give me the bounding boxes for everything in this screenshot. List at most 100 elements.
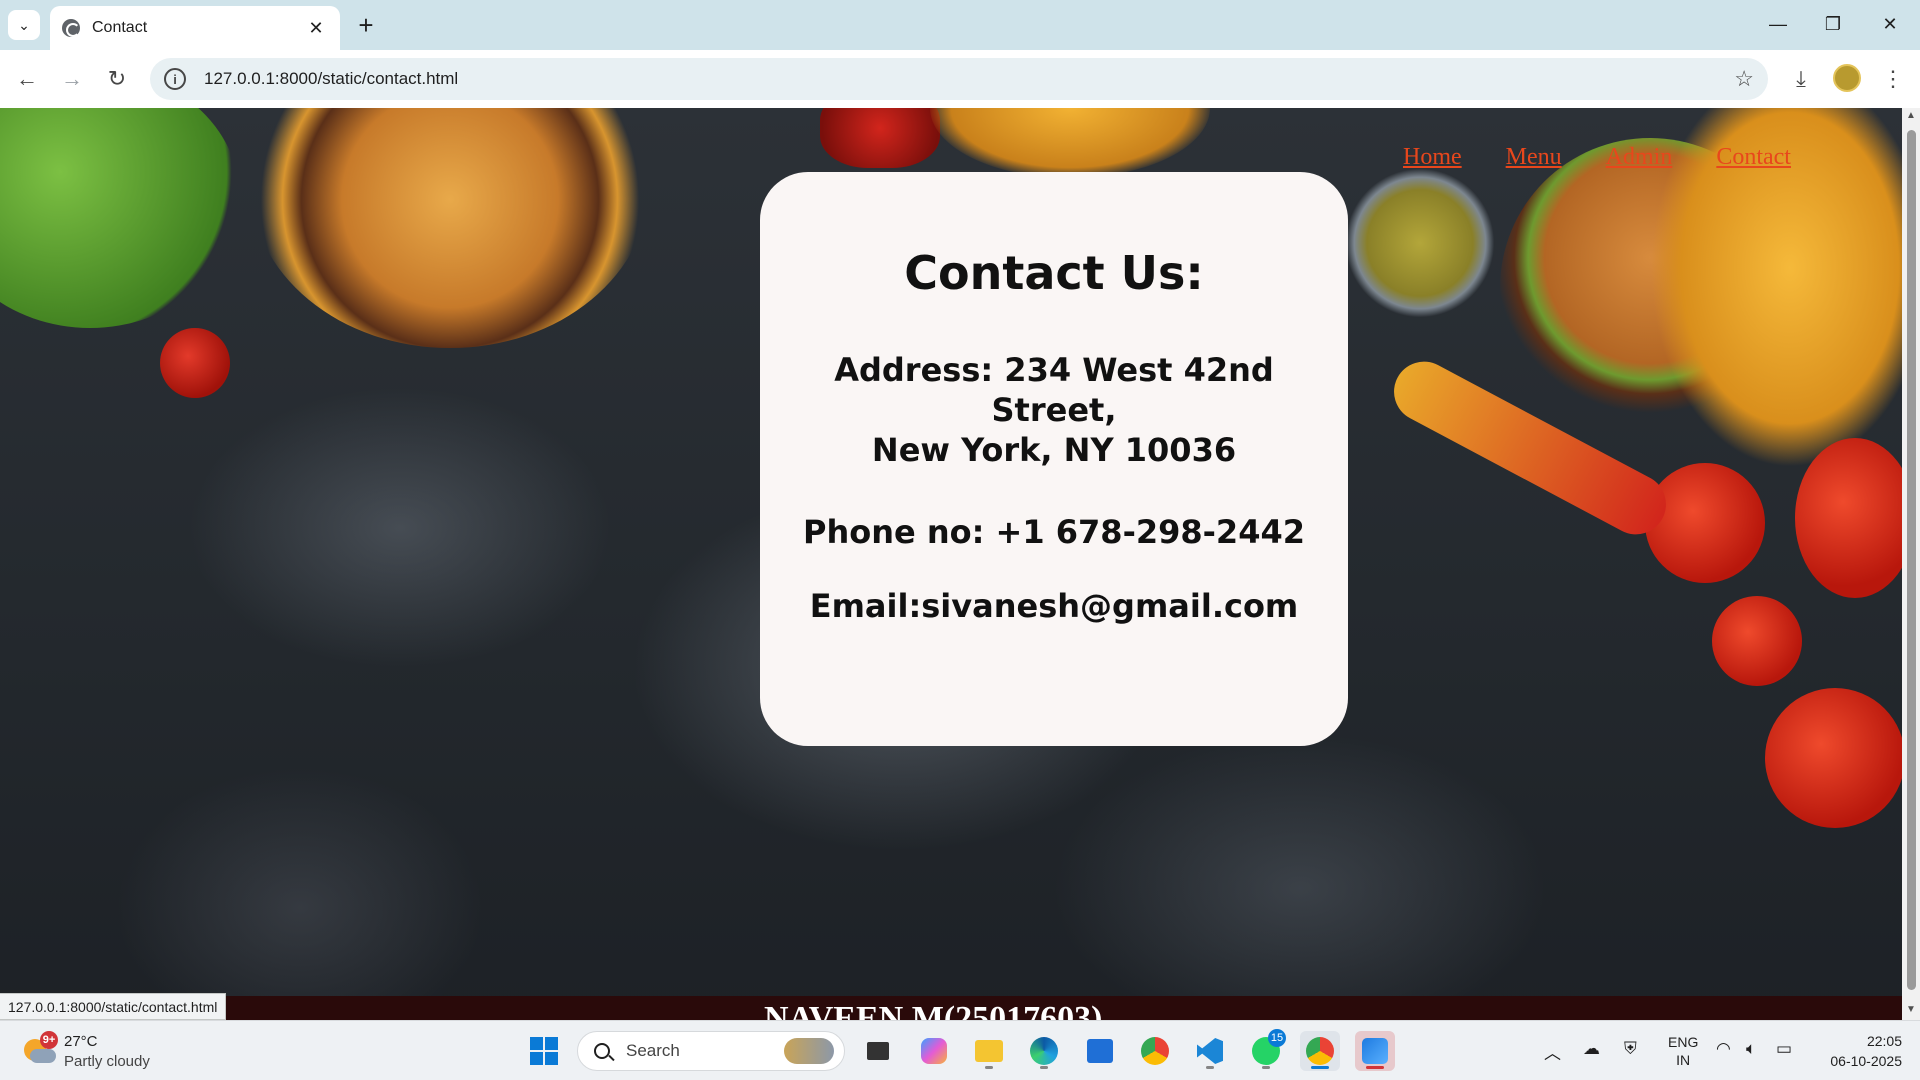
reload-button[interactable]: ↻ bbox=[100, 62, 134, 96]
address-url[interactable]: 127.0.0.1:8000/static/contact.html bbox=[204, 69, 1734, 89]
globe-icon bbox=[62, 19, 80, 37]
active-indicator bbox=[1311, 1066, 1329, 1069]
tab-search-button[interactable]: ⌄ bbox=[8, 10, 40, 40]
scroll-down-icon[interactable]: ▼ bbox=[1905, 1004, 1917, 1015]
footer-text: NAVEEN M(25017603) bbox=[764, 1000, 1103, 1020]
chrome-icon bbox=[1306, 1037, 1334, 1065]
whatsapp-badge: 15 bbox=[1268, 1029, 1286, 1047]
snipping-tool-icon bbox=[1362, 1038, 1388, 1064]
scroll-up-icon[interactable]: ▲ bbox=[1905, 110, 1917, 121]
address-line-1: Address: 234 West 42nd Street, bbox=[834, 351, 1274, 429]
edge-icon bbox=[1030, 1037, 1058, 1065]
restore-button[interactable]: ❐ bbox=[1813, 8, 1853, 40]
start-button[interactable] bbox=[524, 1031, 564, 1071]
arrow-left-icon: ← bbox=[16, 66, 38, 91]
edge-button[interactable] bbox=[1024, 1031, 1064, 1071]
running-indicator bbox=[1206, 1066, 1214, 1069]
clock-date: 06-10-2025 bbox=[1830, 1053, 1902, 1069]
running-indicator bbox=[1040, 1066, 1048, 1069]
profile-avatar[interactable] bbox=[1833, 64, 1861, 92]
weather-temperature[interactable]: 27°C bbox=[64, 1033, 98, 1050]
reload-icon: ↻ bbox=[107, 66, 127, 91]
new-tab-button[interactable]: + bbox=[350, 10, 382, 40]
weather-description[interactable]: Partly cloudy bbox=[64, 1053, 150, 1070]
tomato-image-4 bbox=[1712, 596, 1802, 686]
minimize-button[interactable]: — bbox=[1758, 8, 1798, 40]
downloads-button[interactable]: ⤓ bbox=[1784, 62, 1818, 96]
page-scrollbar[interactable]: ▲ ▼ bbox=[1902, 108, 1920, 1020]
chevron-up-icon[interactable]: ︿ bbox=[1544, 1039, 1561, 1064]
vscode-button[interactable] bbox=[1190, 1031, 1230, 1071]
arrow-right-icon: → bbox=[61, 66, 83, 91]
store-icon bbox=[1087, 1039, 1113, 1063]
tomato-image-5 bbox=[1765, 688, 1902, 828]
taskbar-search[interactable]: Search bbox=[577, 1031, 845, 1071]
chili-image bbox=[820, 108, 940, 168]
tab-contact[interactable]: Contact ✕ bbox=[50, 6, 340, 50]
chrome-button[interactable] bbox=[1135, 1031, 1175, 1071]
system-clock[interactable]: 22:05 06-10-2025 bbox=[1830, 1031, 1902, 1071]
running-indicator bbox=[1262, 1066, 1270, 1069]
onedrive-icon[interactable]: ☁ bbox=[1583, 1039, 1600, 1059]
task-view-icon bbox=[867, 1042, 889, 1060]
search-icon bbox=[594, 1043, 610, 1059]
search-placeholder: Search bbox=[626, 1041, 680, 1060]
browser-menu-button[interactable]: ⋮ bbox=[1876, 62, 1910, 96]
volume-icon[interactable]: 🔈︎ bbox=[1746, 1039, 1756, 1059]
store-button[interactable] bbox=[1080, 1031, 1120, 1071]
wifi-icon[interactable]: ◠ bbox=[1716, 1039, 1731, 1059]
back-button[interactable]: ← bbox=[10, 62, 44, 96]
minimize-icon: — bbox=[1769, 13, 1787, 34]
tab-title: Contact bbox=[92, 19, 148, 36]
nav-link-admin[interactable]: Admin bbox=[1606, 144, 1673, 171]
chrome-active-button[interactable] bbox=[1300, 1031, 1340, 1071]
tomato-image bbox=[160, 328, 230, 398]
address-bar[interactable]: i 127.0.0.1:8000/static/contact.html ☆ bbox=[150, 58, 1768, 100]
folder-icon bbox=[975, 1040, 1003, 1062]
contact-email: Email:sivanesh@gmail.com bbox=[809, 587, 1299, 625]
taskbar: 9+ 27°C Partly cloudy Search 15 ︿ ☁ ⛨ EN… bbox=[0, 1020, 1920, 1080]
nav-link-home[interactable]: Home bbox=[1403, 144, 1462, 171]
weather-widget-icon[interactable]: 9+ bbox=[22, 1031, 58, 1067]
input-language[interactable]: ENG IN bbox=[1668, 1033, 1698, 1069]
close-window-button[interactable]: ✕ bbox=[1870, 8, 1910, 40]
fries-image bbox=[930, 108, 1210, 178]
security-shield-icon[interactable]: ⛨ bbox=[1624, 1039, 1637, 1059]
chrome-icon bbox=[1141, 1037, 1169, 1065]
restore-icon: ❐ bbox=[1824, 13, 1842, 34]
close-tab-icon[interactable]: ✕ bbox=[304, 18, 328, 39]
search-highlight-icon bbox=[784, 1038, 834, 1064]
nav-link-contact[interactable]: Contact bbox=[1716, 144, 1791, 171]
running-indicator bbox=[985, 1066, 993, 1069]
forward-button[interactable]: → bbox=[55, 62, 89, 96]
page-viewport: Home Menu Admin Contact Contact Us: Addr… bbox=[0, 108, 1902, 1020]
scrollbar-thumb[interactable] bbox=[1907, 130, 1916, 990]
address-line-2: New York, NY 10036 bbox=[871, 431, 1237, 469]
contact-title: Contact Us: bbox=[904, 246, 1204, 300]
contact-card: Contact Us: Address: 234 West 42nd Stree… bbox=[760, 172, 1348, 746]
burger-image bbox=[250, 108, 650, 348]
nav-link-menu[interactable]: Menu bbox=[1506, 144, 1562, 171]
close-icon: ✕ bbox=[1882, 13, 1898, 34]
chevron-down-icon: ⌄ bbox=[18, 16, 30, 33]
snipping-tool-button[interactable] bbox=[1355, 1031, 1395, 1071]
cloud-icon bbox=[30, 1049, 56, 1063]
language-code: ENG bbox=[1668, 1034, 1699, 1050]
tomato-image-2 bbox=[1645, 463, 1765, 583]
task-view-button[interactable] bbox=[858, 1031, 898, 1071]
whatsapp-button[interactable]: 15 bbox=[1246, 1029, 1286, 1071]
clock-time: 22:05 bbox=[1866, 1033, 1902, 1049]
battery-icon[interactable]: ▭ bbox=[1776, 1039, 1792, 1059]
lettuce-image bbox=[0, 108, 240, 328]
file-explorer-button[interactable] bbox=[969, 1031, 1009, 1071]
tomato-image-3 bbox=[1795, 438, 1902, 598]
region-code: IN bbox=[1676, 1052, 1691, 1068]
weather-badge: 9+ bbox=[40, 1031, 58, 1049]
mustard-bowl-image bbox=[1345, 168, 1495, 318]
more-vertical-icon: ⋮ bbox=[1882, 66, 1904, 91]
site-info-icon[interactable]: i bbox=[164, 68, 186, 90]
copilot-button[interactable] bbox=[914, 1031, 954, 1071]
browser-toolbar: ← → ↻ i 127.0.0.1:8000/static/contact.ht… bbox=[0, 50, 1920, 108]
tab-strip: ⌄ Contact ✕ + — ❐ ✕ bbox=[0, 0, 1920, 50]
bookmark-star-icon[interactable]: ☆ bbox=[1734, 66, 1754, 92]
